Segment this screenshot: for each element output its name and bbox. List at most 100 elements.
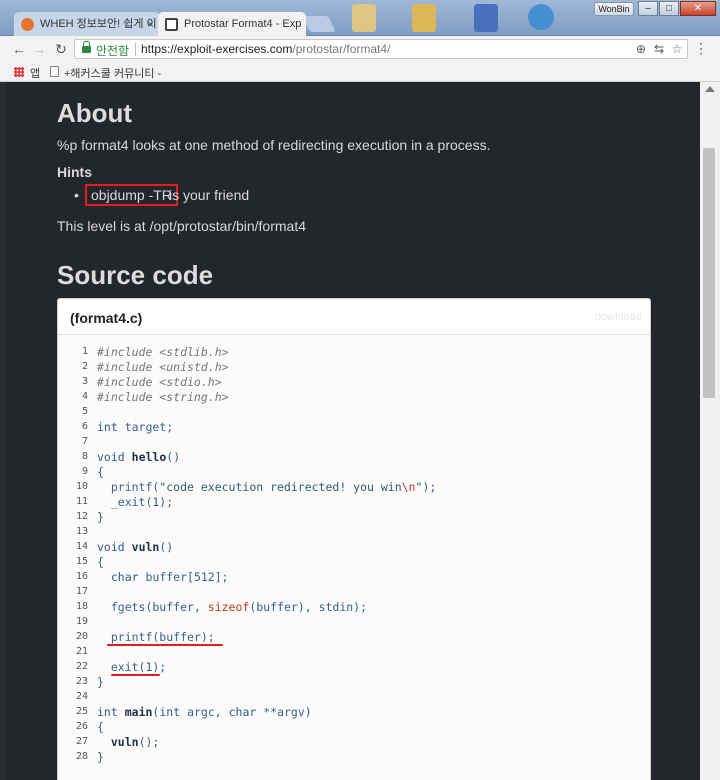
line-number: 21 <box>75 646 88 657</box>
code-line: char buffer[512]; <box>110 570 229 584</box>
line-number: 17 <box>75 586 88 597</box>
line-number: 15 <box>75 556 88 567</box>
level-path-text: This level is at /opt/protostar/bin/form… <box>57 218 306 234</box>
line-number: 5 <box>81 406 88 417</box>
wheh-favicon-icon <box>21 18 34 31</box>
user-badge[interactable]: WonBin <box>594 2 634 16</box>
scrollbar-thumb[interactable] <box>703 148 715 398</box>
code-line: int main(int argc, char **argv) <box>97 705 312 719</box>
code-line: printf("code execution redirected! you w… <box>97 480 437 494</box>
hints-heading: Hints <box>57 164 92 180</box>
line-number: 4 <box>81 391 88 402</box>
code-line: #include <string.h> <box>97 390 229 404</box>
source-code-heading: Source code <box>57 260 214 290</box>
code-line: printf(buffer); <box>97 630 215 644</box>
line-number: 22 <box>75 661 88 672</box>
lock-icon <box>82 41 91 54</box>
line-number: 16 <box>75 571 88 582</box>
code-line: #include <unistd.h> <box>97 360 229 374</box>
network-icon <box>474 4 498 32</box>
code-line: } <box>97 750 104 764</box>
red-underline-annotation <box>111 674 160 676</box>
line-number: 13 <box>75 526 88 537</box>
tab-wheh[interactable]: WHEH 정보보안! 쉽게 이 × <box>14 12 160 36</box>
line-number: 9 <box>81 466 88 477</box>
code-line: int target; <box>97 420 174 434</box>
code-line: exit(1); <box>97 660 167 674</box>
tab-title: Protostar Format4 - Exp <box>184 18 302 30</box>
scroll-up-icon[interactable] <box>705 86 715 92</box>
apps-grid-icon[interactable] <box>14 67 24 77</box>
page-content: About %p format4 looks at one method of … <box>6 82 700 780</box>
bullet-icon: • <box>74 187 79 203</box>
code-line: #include <stdlib.h> <box>97 345 229 359</box>
minimize-icon[interactable]: – <box>638 1 658 16</box>
line-number: 8 <box>81 451 88 462</box>
zoom-icon[interactable]: ⊕ <box>633 41 649 57</box>
line-number: 12 <box>75 511 88 522</box>
maximize-icon[interactable]: □ <box>659 1 679 16</box>
code-line: void vuln() <box>97 540 174 554</box>
bookmarks-bar: 앱 +해커스쿨 커뮤니티 - <box>0 62 720 82</box>
line-number: 7 <box>81 436 88 447</box>
code-panel: (format4.c) download 1 #include <stdlib.h… <box>57 298 651 780</box>
code-header: (format4.c) download <box>58 299 650 335</box>
window-close-icon[interactable]: ✕ <box>680 1 716 16</box>
arrow-right-icon[interactable]: → <box>30 40 48 58</box>
code-line: { <box>97 720 104 734</box>
line-number: 26 <box>75 721 88 732</box>
code-line: } <box>97 675 104 689</box>
line-number: 27 <box>75 736 88 747</box>
browser-titlebar: WHEH 정보보안! 쉽게 이 × Protostar Format4 - Ex… <box>0 0 720 36</box>
address-bar[interactable]: 안전함 https://exploit-exercises.com/protos… <box>74 39 688 59</box>
page-icon <box>50 66 59 77</box>
line-number: 10 <box>75 481 88 492</box>
bookmark-apps[interactable]: 앱 <box>30 65 40 81</box>
kebab-menu-icon[interactable]: ⋮ <box>694 41 708 55</box>
highlighted-command: objdump -TR <box>85 184 178 206</box>
url-divider <box>135 43 136 56</box>
url-text[interactable]: https://exploit-exercises.com/protostar/… <box>141 42 390 56</box>
code-line: vuln(); <box>110 735 160 749</box>
code-line: void hello() <box>97 450 181 464</box>
line-number: 11 <box>75 496 88 507</box>
line-number: 25 <box>75 706 88 717</box>
desktop-file-icon <box>352 4 376 32</box>
line-number: 6 <box>81 421 88 432</box>
line-number: 28 <box>75 751 88 762</box>
star-icon[interactable]: ☆ <box>669 41 685 57</box>
hint-text: is your friend <box>169 187 250 203</box>
tab-protostar-format4[interactable]: Protostar Format4 - Exp <box>158 12 306 36</box>
code-line: } <box>97 510 104 524</box>
new-tab-button[interactable] <box>302 16 336 32</box>
download-link[interactable]: download <box>595 311 642 323</box>
line-number: 20 <box>75 631 88 642</box>
translate-icon[interactable]: ⇆ <box>651 41 667 57</box>
code-line: #include <stdio.h> <box>97 375 222 389</box>
folder-icon <box>412 4 436 32</box>
line-number: 3 <box>81 376 88 387</box>
line-number: 23 <box>75 676 88 687</box>
code-line: fgets(buffer, sizeof(buffer), stdin); <box>97 600 368 614</box>
globe-icon <box>528 4 554 30</box>
page-favicon-icon <box>165 18 178 31</box>
reload-icon[interactable]: ↻ <box>52 40 70 58</box>
line-number: 1 <box>81 346 88 357</box>
line-number: 19 <box>75 616 88 627</box>
code-line: { <box>97 555 104 569</box>
about-heading: About <box>57 98 133 128</box>
code-filename: (format4.c) <box>70 310 143 326</box>
red-underline-annotation <box>107 644 223 646</box>
line-number: 2 <box>81 361 88 372</box>
line-number: 18 <box>75 601 88 612</box>
browser-toolbar: ← → ↻ 안전함 https://exploit-exercises.com/… <box>0 36 720 62</box>
secure-label: 안전함 <box>96 44 130 58</box>
line-number: 24 <box>75 691 88 702</box>
about-text: %p format4 looks at one method of redire… <box>57 137 491 153</box>
close-icon[interactable]: × <box>147 12 154 36</box>
bookmark-hackerschool[interactable]: +해커스쿨 커뮤니티 - <box>64 65 161 81</box>
code-line: { <box>97 465 104 479</box>
arrow-left-icon[interactable]: ← <box>10 40 28 58</box>
tab-title: WHEH 정보보안! 쉽게 이 <box>40 18 157 30</box>
line-number: 14 <box>75 541 88 552</box>
